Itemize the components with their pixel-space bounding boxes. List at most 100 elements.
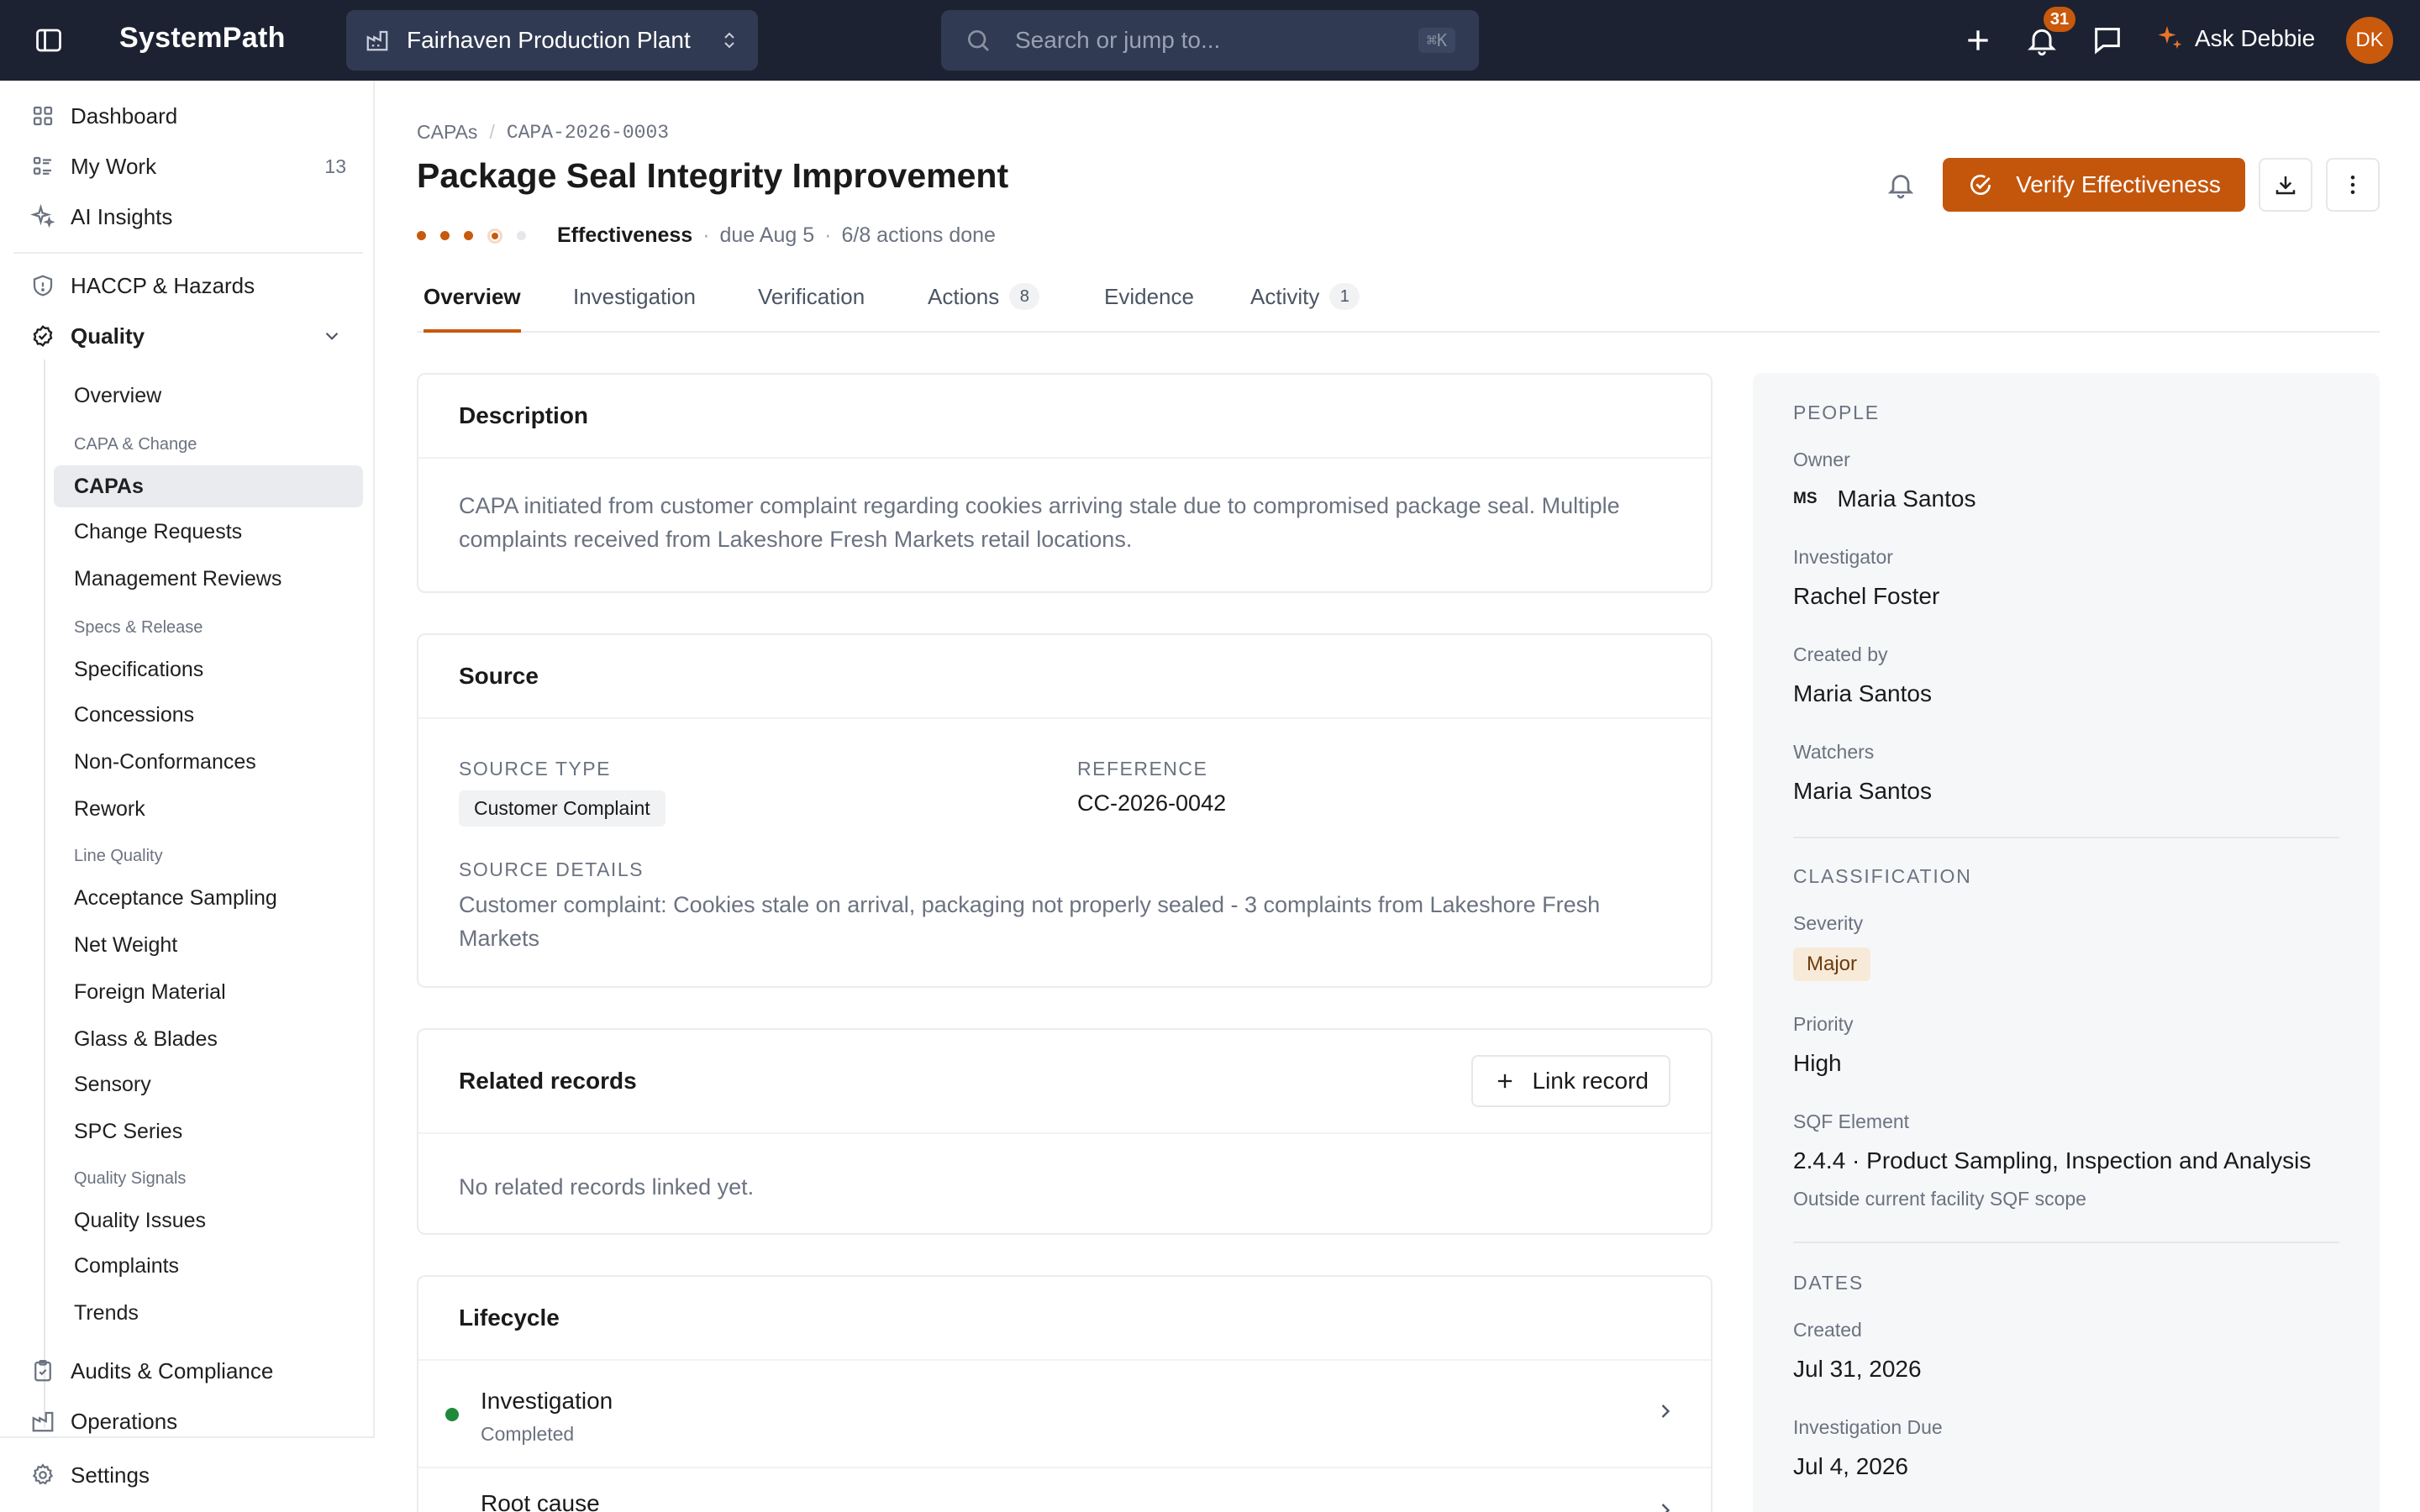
tab-activity[interactable]: Activity 1 bbox=[1250, 283, 1360, 331]
user-avatar[interactable]: DK bbox=[2346, 17, 2393, 64]
check-circle-icon bbox=[1970, 175, 1991, 196]
severity-badge: Major bbox=[1793, 948, 1871, 981]
sidebar-subitem-change-requests[interactable]: Change Requests bbox=[54, 511, 363, 553]
sidebar-subitem-net-weight[interactable]: Net Weight bbox=[54, 924, 363, 966]
sidebar-subitem-management-reviews[interactable]: Management Reviews bbox=[54, 558, 363, 600]
source-title: Source bbox=[418, 635, 1711, 719]
source-details-label: SOURCE DETAILS bbox=[459, 858, 644, 880]
sidebar-subitem-sensory[interactable]: Sensory bbox=[54, 1063, 363, 1105]
sidebar-item-quality[interactable]: Quality bbox=[13, 312, 363, 360]
sidebar-item-my-work[interactable]: My Work 13 bbox=[13, 143, 363, 190]
brand-logo[interactable]: SystemPath bbox=[119, 22, 286, 55]
watch-bell-icon[interactable] bbox=[1886, 170, 1916, 200]
panel-divider bbox=[1793, 1242, 2339, 1243]
sidebar-subitem-capas[interactable]: CAPAs bbox=[54, 465, 363, 507]
status-row: Effectiveness · due Aug 5 · 6/8 actions … bbox=[417, 223, 996, 248]
grid-icon bbox=[33, 106, 53, 126]
sidebar-divider bbox=[13, 252, 363, 254]
sidebar-subitem-glass-blades[interactable]: Glass & Blades bbox=[54, 1018, 363, 1060]
sidebar-subitem-quality-issues[interactable]: Quality Issues bbox=[54, 1200, 363, 1242]
tab-label: Evidence bbox=[1104, 284, 1194, 309]
link-record-label: Link record bbox=[1532, 1068, 1649, 1094]
sidebar-item-label: Dashboard bbox=[71, 102, 178, 129]
sidebar: Dashboard My Work 13 AI Insights HACCP &… bbox=[0, 81, 375, 1512]
tab-label: Verification bbox=[758, 284, 865, 309]
breadcrumb-current-id: CAPA-2026-0003 bbox=[506, 121, 670, 144]
owner-field[interactable]: MS Maria Santos bbox=[1793, 486, 1975, 512]
tab-actions[interactable]: Actions 8 bbox=[928, 283, 1040, 331]
tab-overview[interactable]: Overview bbox=[424, 284, 521, 333]
sidebar-item-dashboard[interactable]: Dashboard bbox=[13, 92, 363, 139]
search-input[interactable] bbox=[1015, 27, 1418, 54]
page-title: Package Seal Integrity Improvement bbox=[417, 156, 1009, 195]
sidebar-subitem-rework[interactable]: Rework bbox=[54, 788, 363, 830]
factory-icon bbox=[32, 1411, 54, 1432]
sidebar-group-capa-change: CAPA & Change bbox=[74, 435, 197, 454]
link-record-button[interactable]: Link record bbox=[1471, 1055, 1670, 1107]
people-section-title: PEOPLE bbox=[1793, 402, 1880, 423]
plus-icon[interactable] bbox=[1961, 24, 1995, 57]
global-search[interactable]: ⌘K bbox=[941, 10, 1479, 71]
more-options-button[interactable] bbox=[2326, 158, 2380, 212]
priority-value: High bbox=[1793, 1050, 1842, 1076]
breadcrumb-capas-link[interactable]: CAPAs bbox=[417, 121, 477, 144]
investigator-name[interactable]: Rachel Foster bbox=[1793, 583, 1939, 610]
sidebar-item-audits[interactable]: Audits & Compliance bbox=[13, 1347, 363, 1394]
facility-switcher[interactable]: Fairhaven Production Plant bbox=[346, 10, 758, 71]
sidebar-toggle-icon[interactable] bbox=[34, 25, 64, 55]
sqf-scope-note: Outside current facility SQF scope bbox=[1793, 1188, 2086, 1210]
tab-label: Actions bbox=[928, 284, 1000, 309]
panel-divider bbox=[1793, 837, 2339, 838]
sidebar-subitem-foreign-material[interactable]: Foreign Material bbox=[54, 971, 363, 1013]
created-by-name: Maria Santos bbox=[1793, 680, 1932, 706]
investigation-due-label: Investigation Due bbox=[1793, 1416, 1943, 1438]
sidebar-subitem-quality-overview[interactable]: Overview bbox=[54, 375, 363, 417]
sidebar-subitem-complaints[interactable]: Complaints bbox=[54, 1245, 363, 1287]
download-button[interactable] bbox=[2259, 158, 2312, 212]
clipboard-check-icon bbox=[34, 1360, 51, 1382]
due-date: due Aug 5 bbox=[719, 223, 815, 247]
sidebar-item-label: Settings bbox=[71, 1462, 150, 1488]
sparkle-icon bbox=[2158, 26, 2182, 49]
sidebar-item-haccp[interactable]: HACCP & Hazards bbox=[13, 262, 363, 309]
reference-value[interactable]: CC-2026-0042 bbox=[1077, 790, 1226, 816]
stage-progress-dots bbox=[417, 228, 540, 244]
tab-label: Activity bbox=[1250, 284, 1320, 309]
tab-evidence[interactable]: Evidence bbox=[1104, 284, 1194, 331]
chevron-down-icon[interactable] bbox=[321, 325, 343, 347]
verify-effectiveness-button[interactable]: Verify Effectiveness bbox=[1943, 158, 2245, 212]
sqf-element-label: SQF Element bbox=[1793, 1110, 1910, 1132]
detail-tabs: Overview Investigation Verification Acti… bbox=[417, 277, 2380, 333]
search-shortcut-hint: ⌘K bbox=[1418, 28, 1455, 53]
sidebar-subitem-specifications[interactable]: Specifications bbox=[54, 648, 363, 690]
lifecycle-step[interactable]: Root cause bbox=[418, 1468, 1711, 1512]
status-separator: · bbox=[702, 223, 710, 247]
sidebar-subitem-non-conformances[interactable]: Non-Conformances bbox=[54, 741, 363, 783]
sidebar-subitem-acceptance-sampling[interactable]: Acceptance Sampling bbox=[54, 877, 363, 919]
sparkle-icon bbox=[30, 204, 55, 228]
ask-assistant-button[interactable]: Ask Debbie bbox=[2154, 24, 2315, 54]
created-date-value: Jul 31, 2026 bbox=[1793, 1356, 1922, 1382]
lifecycle-card: Lifecycle Investigation Completed Root c… bbox=[417, 1275, 1712, 1512]
sidebar-item-ai-insights[interactable]: AI Insights bbox=[13, 193, 363, 240]
breadcrumb-separator: / bbox=[489, 121, 495, 143]
tab-verification[interactable]: Verification bbox=[758, 284, 865, 331]
sidebar-subitem-spc-series[interactable]: SPC Series bbox=[54, 1110, 363, 1152]
priority-label: Priority bbox=[1793, 1013, 1854, 1035]
chat-icon[interactable] bbox=[2091, 24, 2124, 57]
lifecycle-step[interactable]: Investigation Completed bbox=[418, 1361, 1711, 1468]
sidebar-subitem-concessions[interactable]: Concessions bbox=[54, 694, 363, 736]
sidebar-subitem-trends[interactable]: Trends bbox=[54, 1292, 363, 1334]
tab-investigation[interactable]: Investigation bbox=[573, 284, 696, 331]
owner-label: Owner bbox=[1793, 449, 1850, 470]
facility-name: Fairhaven Production Plant bbox=[407, 27, 691, 53]
watchers-name[interactable]: Maria Santos bbox=[1793, 778, 1932, 805]
sidebar-item-settings[interactable]: Settings bbox=[13, 1452, 363, 1499]
step-status: Completed bbox=[481, 1423, 575, 1445]
description-card: Description CAPA initiated from customer… bbox=[417, 373, 1712, 593]
sidebar-group-line-quality: Line Quality bbox=[74, 847, 163, 865]
list-icon bbox=[33, 156, 51, 175]
download-icon bbox=[2275, 176, 2296, 195]
current-stage: Effectiveness bbox=[557, 223, 693, 247]
actions-progress: 6/8 actions done bbox=[841, 223, 996, 247]
